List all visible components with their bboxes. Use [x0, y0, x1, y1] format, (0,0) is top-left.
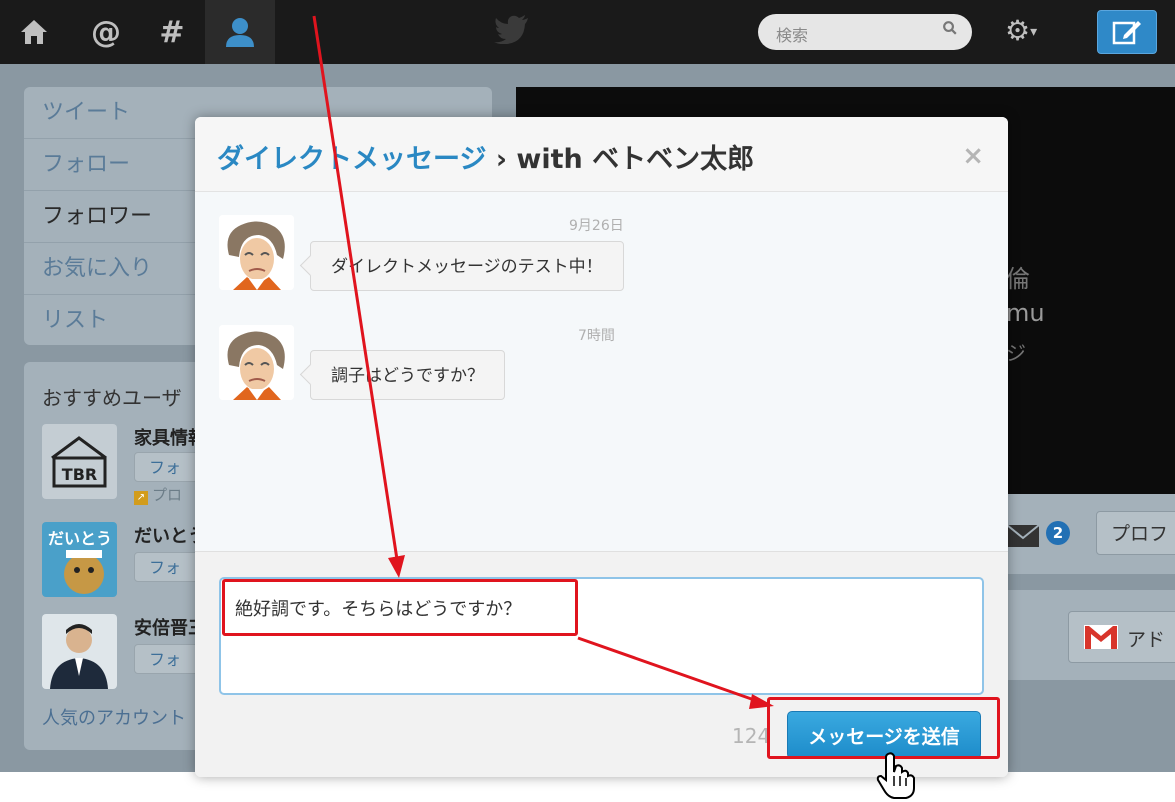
arrowhead-icon: [388, 555, 405, 578]
annotation-arrow-down: [312, 15, 400, 567]
annotation-arrow-right: [577, 636, 761, 704]
annotation-arrows: [312, 15, 774, 709]
arrowhead-icon: [749, 694, 774, 709]
hand-pointer-icon: [876, 752, 915, 799]
